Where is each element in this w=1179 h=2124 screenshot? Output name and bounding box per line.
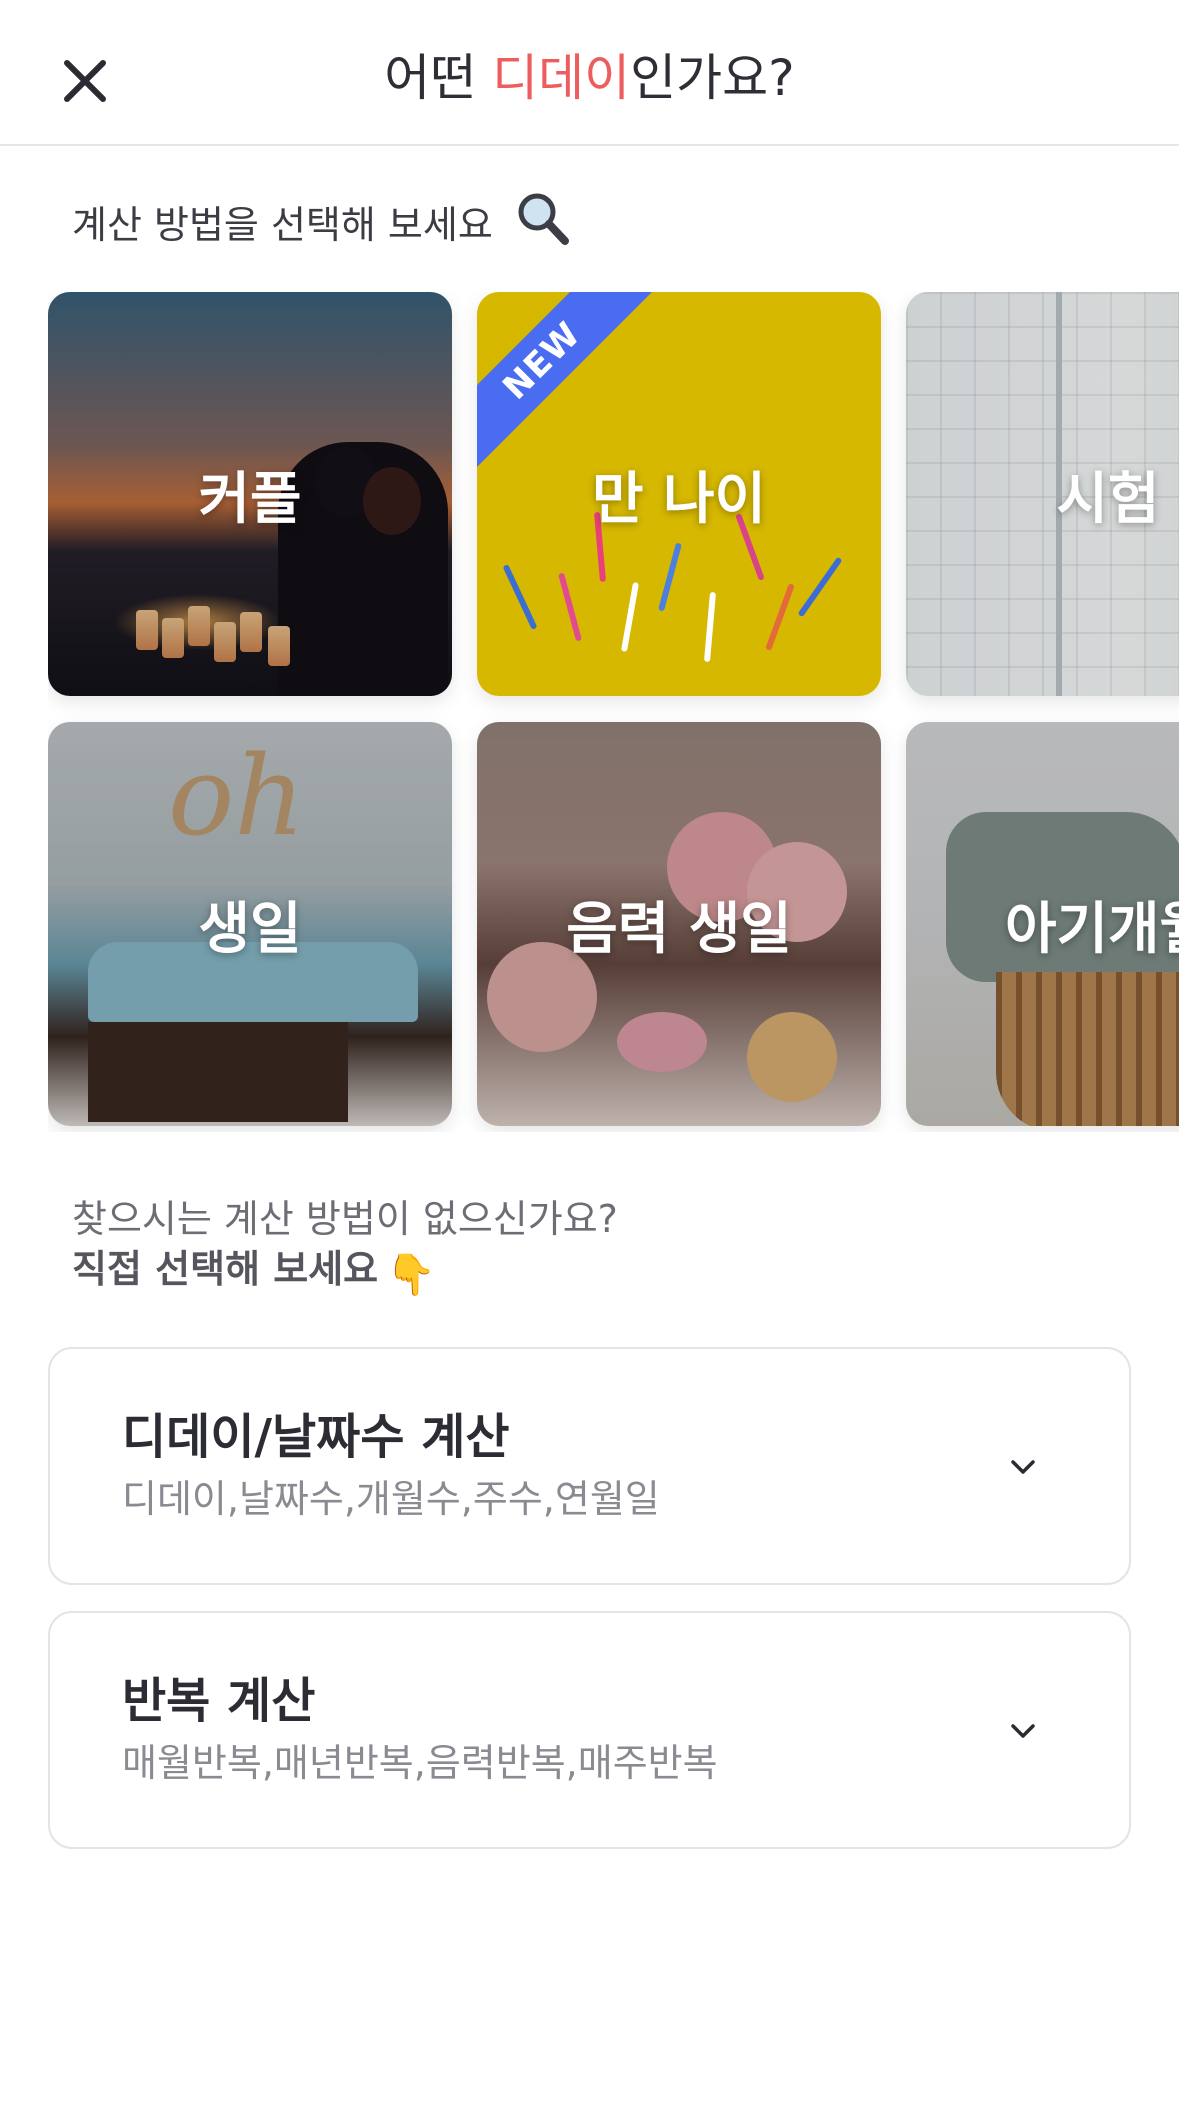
prompt-line2: 직접 선택해 보세요 👇 xyxy=(72,1244,618,1300)
section-label-text: 계산 방법을 선택해 보세요 xyxy=(72,203,493,247)
top-bar: 어떤 디데이인가요? xyxy=(0,0,1179,146)
category-carousel[interactable]: 커플 NEW 만 나이 시험 oh 생일 음력 생일 아기개 xyxy=(48,292,1179,1132)
option-subtitle: 디데이,날짜수,개월수,주수,연월일 xyxy=(122,1477,660,1521)
magnifier-icon xyxy=(518,193,569,245)
card-label: 만 나이 xyxy=(591,466,767,532)
option-subtitle: 매월반복,매년반복,음력반복,매주반복 xyxy=(122,1741,718,1785)
option-dday-calculation[interactable]: 디데이/날짜수 계산 디데이,날짜수,개월수,주수,연월일 xyxy=(48,1347,1131,1585)
page-title-suffix: 인가요? xyxy=(630,49,795,107)
card-exam[interactable]: 시험 xyxy=(906,292,1179,696)
card-label: 음력 생일 xyxy=(566,896,792,962)
card-label: 생일 xyxy=(198,896,302,962)
pointing-down-hand-icon: 👇 xyxy=(386,1252,436,1298)
card-birthday[interactable]: oh 생일 xyxy=(48,722,452,1126)
prompt-line1: 찾으시는 계산 방법이 없으신가요? xyxy=(72,1197,618,1241)
custom-select-prompt: 찾으시는 계산 방법이 없으신가요? 직접 선택해 보세요 👇 xyxy=(72,1194,618,1300)
chevron-down-icon xyxy=(1011,1460,1035,1474)
option-title: 디데이/날짜수 계산 xyxy=(122,1409,510,1465)
page-title-accent: 디데이 xyxy=(492,49,631,107)
page-title: 어떤 디데이인가요? xyxy=(0,46,1179,110)
card-lunar-birthday[interactable]: 음력 생일 xyxy=(477,722,881,1126)
page-title-prefix: 어떤 xyxy=(384,49,493,107)
card-label: 커플 xyxy=(198,466,302,532)
section-label: 계산 방법을 선택해 보세요 xyxy=(72,190,569,253)
card-label: 시험 xyxy=(1056,466,1160,532)
prompt-line2-text: 직접 선택해 보세요 xyxy=(72,1247,379,1291)
option-title: 반복 계산 xyxy=(122,1673,316,1729)
option-repeat-calculation[interactable]: 반복 계산 매월반복,매년반복,음력반복,매주반복 xyxy=(48,1611,1131,1849)
card-baby-months[interactable]: 아기개월 xyxy=(906,722,1179,1126)
card-couple[interactable]: 커플 xyxy=(48,292,452,696)
card-label: 아기개월 xyxy=(1004,896,1179,962)
chevron-down-icon xyxy=(1011,1724,1035,1738)
card-age[interactable]: NEW 만 나이 xyxy=(477,292,881,696)
